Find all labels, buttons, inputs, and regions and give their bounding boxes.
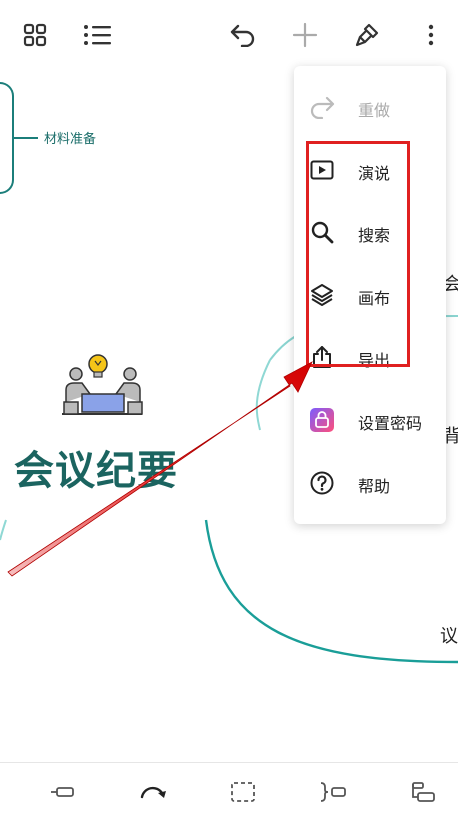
sibling-node-icon[interactable]	[48, 779, 78, 805]
top-toolbar	[0, 0, 458, 70]
node-label-material-prep[interactable]: 材料准备	[44, 128, 96, 147]
menu-label-help: 帮助	[358, 477, 391, 496]
menu-label-set-password: 设置密码	[358, 414, 423, 433]
collapsed-node-box[interactable]	[0, 82, 14, 194]
summary-icon[interactable]	[318, 779, 348, 805]
branch-text-partial-3[interactable]: 议	[440, 622, 458, 648]
outline-list-icon[interactable]	[80, 18, 114, 52]
meeting-icon	[60, 352, 144, 426]
redo-icon	[310, 95, 335, 120]
node-connector	[14, 137, 38, 139]
central-topic-title[interactable]: 会议纪要	[14, 438, 178, 496]
add-icon[interactable]	[288, 18, 322, 52]
lock-icon	[310, 408, 334, 432]
more-vertical-icon[interactable]	[414, 18, 448, 52]
menu-label-redo: 重做	[358, 101, 391, 120]
menu-item-set-password[interactable]: 设置密码	[294, 395, 446, 445]
menu-item-redo[interactable]: 重做	[294, 82, 446, 132]
help-icon	[310, 471, 334, 495]
grid-icon[interactable]	[18, 18, 52, 52]
relation-line-icon[interactable]	[138, 779, 168, 805]
annotation-highlight-box	[306, 141, 410, 367]
brush-icon[interactable]	[350, 18, 384, 52]
boundary-icon[interactable]	[228, 779, 258, 805]
child-node-icon[interactable]	[408, 779, 438, 805]
menu-item-help[interactable]: 帮助	[294, 458, 446, 508]
bottom-toolbar	[0, 762, 458, 820]
undo-icon[interactable]	[226, 18, 260, 52]
